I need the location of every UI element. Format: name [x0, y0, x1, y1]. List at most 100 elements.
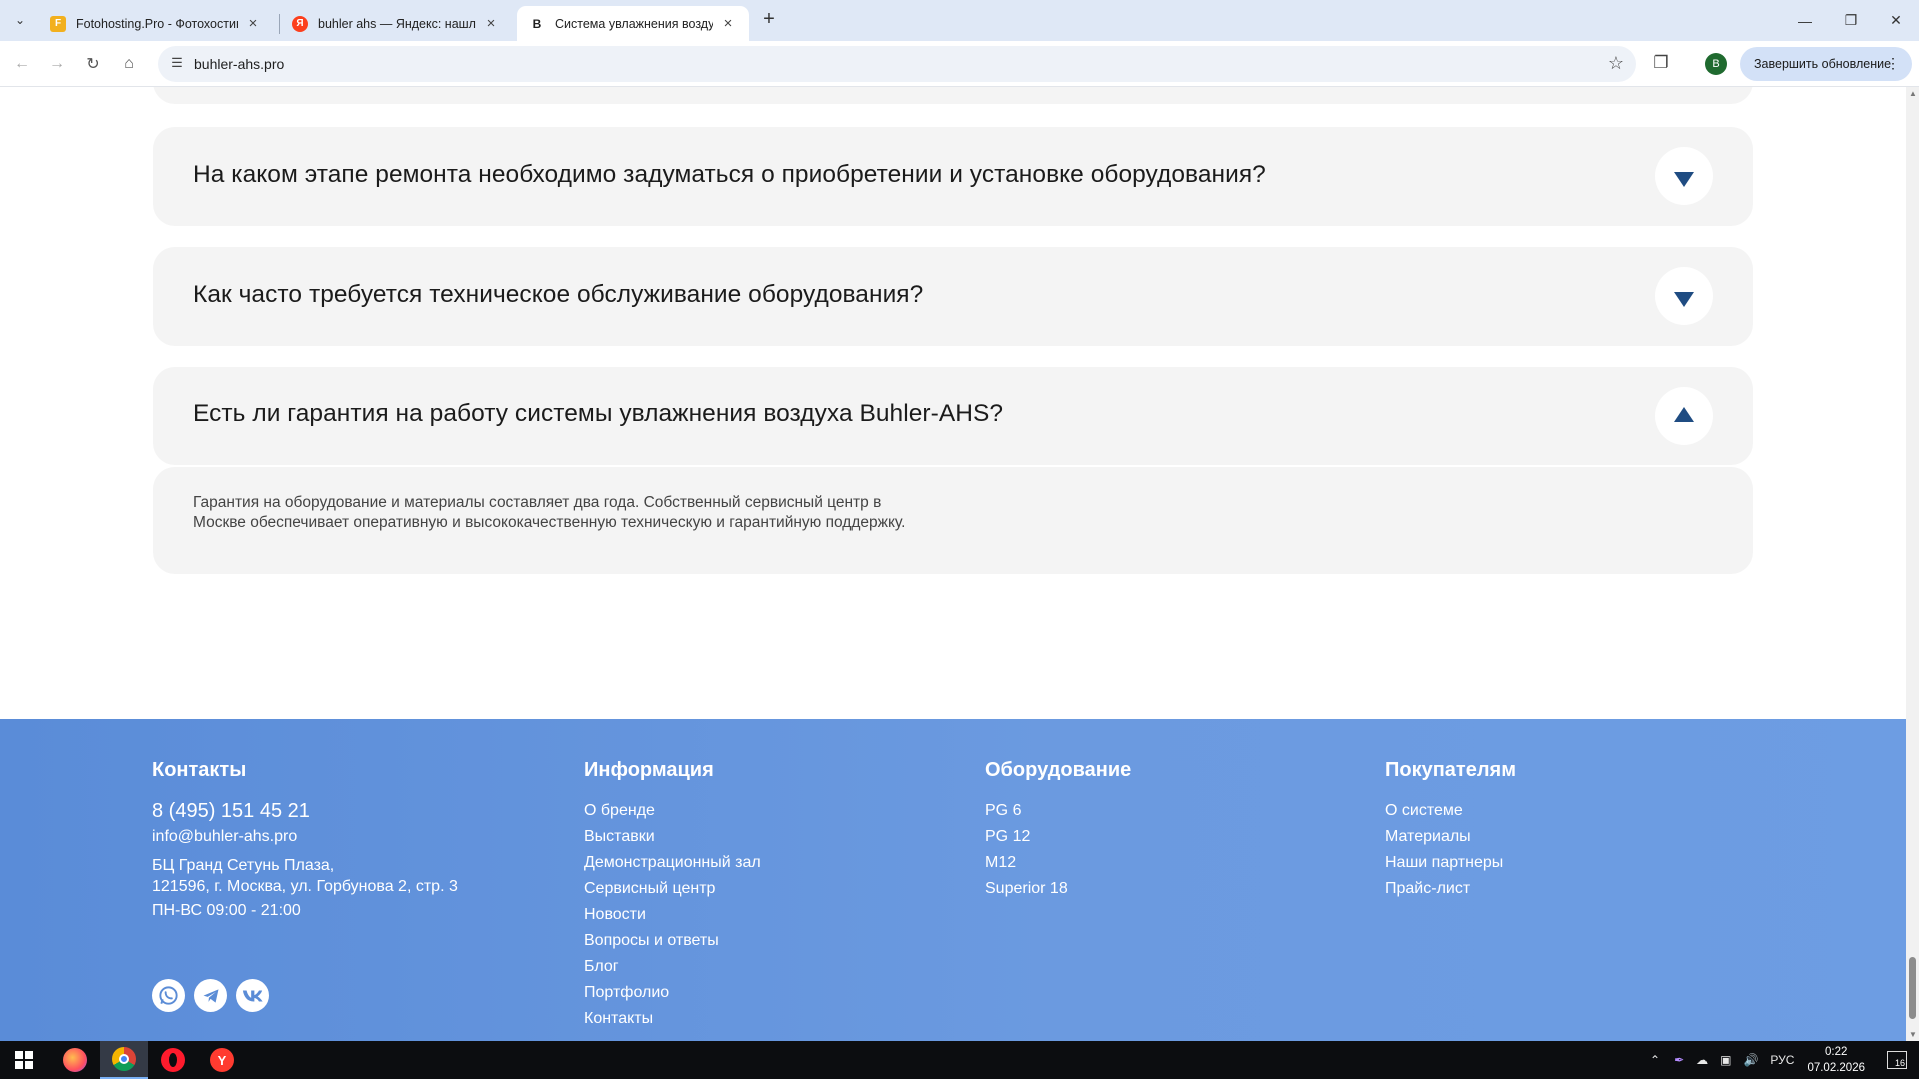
forward-button[interactable]: → [44, 51, 70, 77]
chrome-icon [112, 1047, 136, 1071]
sync-icon[interactable]: ☁ [1696, 1053, 1708, 1067]
scrollbar-thumb[interactable] [1909, 957, 1916, 1019]
taskbar-firefox[interactable] [51, 1041, 99, 1079]
opera-icon [161, 1048, 185, 1072]
triangle-down-icon [1674, 291, 1694, 307]
footer-link[interactable]: Superior 18 [985, 876, 1285, 902]
footer-link[interactable]: О системе [1385, 798, 1685, 824]
faq-question[interactable]: Как часто требуется техническое обслужив… [193, 281, 923, 309]
tab-buhler-active[interactable]: B Система увлажнения воздуха × [517, 6, 749, 41]
pen-icon[interactable]: ✒ [1674, 1053, 1684, 1067]
new-tab-button[interactable]: + [758, 8, 780, 30]
chevron-down-icon: ⌄ [14, 13, 26, 27]
footer-link[interactable]: Прайс-лист [1385, 876, 1685, 902]
finish-update-button[interactable]: Завершить обновление ⋮ [1740, 47, 1912, 81]
page-scrollbar[interactable]: ▲ ▼ [1906, 87, 1919, 1041]
triangle-down-icon [1674, 171, 1694, 187]
clock-time: 0:22 [1825, 1046, 1848, 1058]
triangle-up-icon [1674, 406, 1694, 422]
footer-phone-link[interactable]: 8 (495) 151 45 21 [152, 798, 552, 824]
close-window-button[interactable]: ✕ [1873, 0, 1919, 41]
footer-link[interactable]: Контакты [584, 1006, 884, 1032]
footer-hours: ПН-ВС 09:00 - 21:00 [152, 902, 301, 919]
close-icon[interactable]: × [719, 15, 737, 32]
faq-answer-text: Гарантия на оборудование и материалы сос… [193, 494, 906, 531]
reload-button[interactable]: ↻ [80, 51, 106, 77]
faq-answer-panel: Гарантия на оборудование и материалы сос… [153, 467, 1753, 574]
footer-link[interactable]: Новости [584, 902, 884, 928]
notification-count: 16 [1894, 1058, 1905, 1068]
footer-link[interactable]: Демонстрационный зал [584, 850, 884, 876]
start-button[interactable] [0, 1041, 48, 1079]
taskbar-yandex-browser[interactable]: Y [198, 1041, 246, 1079]
faq-question[interactable]: Есть ли гарантия на работу системы увлаж… [193, 400, 1003, 428]
extensions-puzzle-icon[interactable]: ❐ [1650, 53, 1672, 75]
footer-address-line2: 121596, г. Москва, ул. Горбунова 2, стр.… [152, 878, 458, 895]
scroll-down-icon[interactable]: ▼ [1909, 1030, 1917, 1039]
language-indicator[interactable]: РУС [1770, 1053, 1794, 1067]
home-button[interactable]: ⌂ [116, 51, 142, 77]
close-icon[interactable]: × [244, 15, 262, 32]
chevron-up-icon[interactable]: ⌃ [1650, 1053, 1660, 1067]
footer-email-link[interactable]: info@buhler-ahs.pro [152, 826, 552, 847]
arrow-left-icon: ← [14, 55, 30, 72]
footer-link[interactable]: M12 [985, 850, 1285, 876]
footer-link[interactable]: Наши партнеры [1385, 850, 1685, 876]
buhler-icon: B [529, 15, 545, 32]
footer-link[interactable]: Сервисный центр [584, 876, 884, 902]
scroll-up-icon[interactable]: ▲ [1909, 89, 1917, 98]
tab-fotohosting[interactable]: F Fotohosting.Pro - Фотохостинг × [38, 6, 274, 41]
footer-buyers-column: Покупателям О системе Материалы Наши пар… [1385, 759, 1685, 902]
back-button[interactable]: ← [9, 51, 35, 77]
faq-expand-button[interactable] [1655, 147, 1713, 205]
system-tray: ⌃ ✒ ☁ ▣ 🔊 РУС [1650, 1041, 1794, 1079]
yandex-icon: Я [292, 15, 308, 32]
taskbar-chrome[interactable] [100, 1041, 148, 1079]
footer-link[interactable]: PG 12 [985, 824, 1285, 850]
update-label: Завершить обновление [1754, 57, 1892, 71]
reload-icon: ↻ [86, 56, 100, 73]
address-bar[interactable]: ☰ buhler-ahs.pro ☆ [158, 46, 1636, 82]
footer-link[interactable]: PG 6 [985, 798, 1285, 824]
whatsapp-icon[interactable] [152, 979, 185, 1012]
faq-collapse-button[interactable] [1655, 387, 1713, 445]
footer-link[interactable]: Материалы [1385, 824, 1685, 850]
faq-question[interactable]: На каком этапе ремонта необходимо задума… [193, 161, 1266, 189]
faq-item[interactable]: На каком этапе ремонта необходимо задума… [153, 127, 1753, 226]
notification-center-icon[interactable]: 16 [1887, 1051, 1907, 1069]
firefox-icon [63, 1048, 87, 1072]
footer-heading-equipment: Оборудование [985, 759, 1132, 781]
tab-title: Система увлажнения воздуха [555, 16, 713, 31]
site-info-icon[interactable]: ☰ [168, 55, 186, 73]
volume-icon[interactable]: 🔊 [1743, 1053, 1758, 1067]
restore-button[interactable]: ❐ [1828, 0, 1874, 41]
close-icon[interactable]: × [482, 15, 500, 32]
footer-link[interactable]: О бренде [584, 798, 884, 824]
footer-link[interactable]: Выставки [584, 824, 884, 850]
telegram-icon[interactable] [194, 979, 227, 1012]
taskbar-clock[interactable]: 0:22 07.02.2026 [1807, 1044, 1865, 1076]
footer-heading-buyers: Покупателям [1385, 759, 1517, 781]
tab-yandex[interactable]: Я buhler ahs — Яндекс: нашлось × [280, 6, 512, 41]
tab-title: buhler ahs — Яндекс: нашлось [318, 16, 476, 31]
profile-avatar[interactable]: B [1705, 53, 1727, 75]
taskbar-opera[interactable] [149, 1041, 197, 1079]
footer-address-line1: БЦ Гранд Сетунь Плаза, [152, 857, 335, 874]
tab-search-button[interactable]: ⌄ [8, 8, 32, 32]
browser-tab-bar: ⌄ F Fotohosting.Pro - Фотохостинг × Я bu… [0, 0, 1919, 41]
footer-social-links [152, 979, 269, 1012]
bookmark-star-icon[interactable]: ☆ [1608, 53, 1624, 74]
network-icon[interactable]: ▣ [1720, 1053, 1731, 1067]
minimize-button[interactable]: — [1782, 0, 1828, 41]
more-vert-icon[interactable]: ⋮ [1886, 55, 1900, 72]
url-text[interactable]: buhler-ahs.pro [194, 56, 284, 72]
footer-link[interactable]: Вопросы и ответы [584, 928, 884, 954]
home-icon: ⌂ [124, 55, 134, 72]
footer-link[interactable]: Блог [584, 954, 884, 980]
footer-link[interactable]: Портфолио [584, 980, 884, 1006]
vk-icon[interactable] [236, 979, 269, 1012]
faq-expand-button[interactable] [1655, 267, 1713, 325]
tab-title: Fotohosting.Pro - Фотохостинг [76, 16, 238, 31]
faq-item[interactable]: Как часто требуется техническое обслужив… [153, 247, 1753, 346]
faq-item-expanded[interactable]: Есть ли гарантия на работу системы увлаж… [153, 367, 1753, 465]
